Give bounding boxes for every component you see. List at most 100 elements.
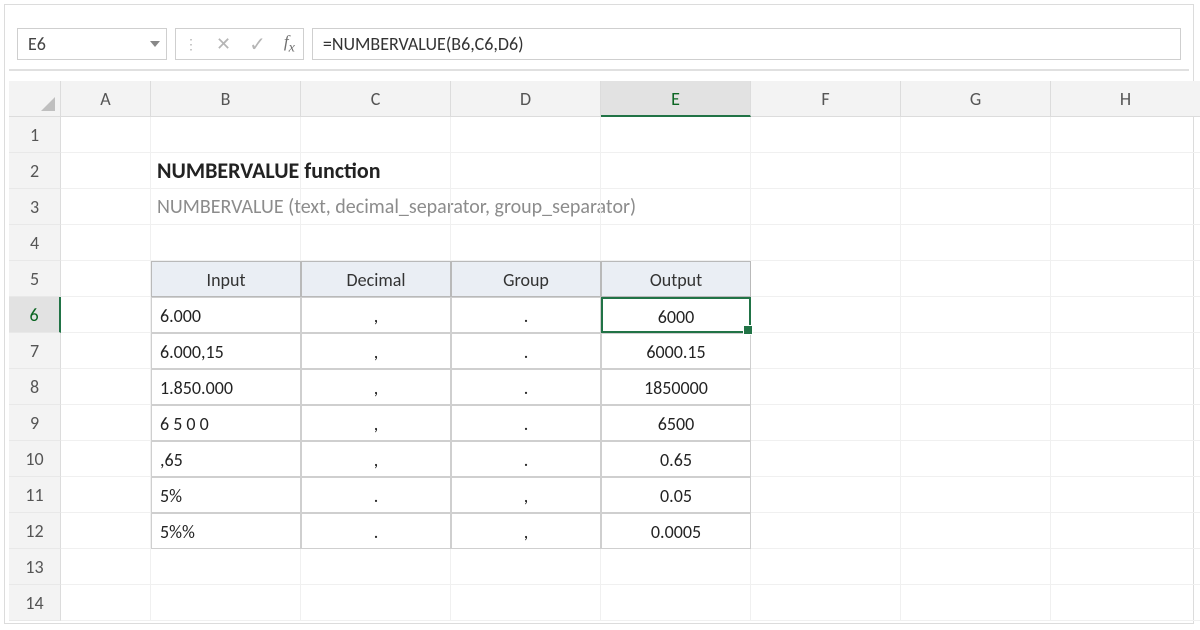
cell-C13[interactable] [301,549,451,585]
cell-C4[interactable] [301,225,451,261]
cell-A6[interactable] [61,297,151,333]
cell-E12[interactable]: 0.0005 [601,513,751,549]
th-output[interactable]: Output [601,261,751,297]
cell-B12[interactable]: 5%% [151,513,301,549]
fx-icon[interactable]: fx [284,32,295,56]
cell-F6[interactable] [751,297,901,333]
col-header-D[interactable]: D [451,81,601,117]
row-header-5[interactable]: 5 [9,261,61,297]
cell-D9[interactable]: . [451,405,601,441]
cell-C3[interactable] [301,189,451,225]
cell-D10[interactable]: . [451,441,601,477]
cell-B3-subtitle[interactable]: NUMBERVALUE (text, decimal_separator, gr… [151,189,301,225]
cell-A10[interactable] [61,441,151,477]
row-header-13[interactable]: 13 [9,549,61,585]
cell-G8[interactable] [901,369,1051,405]
cell-B14[interactable] [151,585,301,621]
cell-G3[interactable] [901,189,1051,225]
cell-A11[interactable] [61,477,151,513]
cell-D2[interactable] [451,153,601,189]
cell-C2[interactable] [301,153,451,189]
cell-B10[interactable]: ,65 [151,441,301,477]
cell-G6[interactable] [901,297,1051,333]
cell-G1[interactable] [901,117,1051,153]
cell-C11[interactable]: . [301,477,451,513]
cell-C10[interactable]: , [301,441,451,477]
th-group[interactable]: Group [451,261,601,297]
cell-C1[interactable] [301,117,451,153]
cell-H14[interactable] [1051,585,1200,621]
cell-H9[interactable] [1051,405,1200,441]
cell-D1[interactable] [451,117,601,153]
cell-G2[interactable] [901,153,1051,189]
cell-H8[interactable] [1051,369,1200,405]
col-header-B[interactable]: B [151,81,301,117]
row-header-11[interactable]: 11 [9,477,61,513]
cell-G7[interactable] [901,333,1051,369]
th-input[interactable]: Input [151,261,301,297]
cell-E9[interactable]: 6500 [601,405,751,441]
cell-A12[interactable] [61,513,151,549]
cell-F10[interactable] [751,441,901,477]
cell-D8[interactable]: . [451,369,601,405]
cell-B9[interactable]: 6 5 0 0 [151,405,301,441]
cell-G14[interactable] [901,585,1051,621]
cell-F1[interactable] [751,117,901,153]
cell-A7[interactable] [61,333,151,369]
row-header-8[interactable]: 8 [9,369,61,405]
cell-G13[interactable] [901,549,1051,585]
cell-F13[interactable] [751,549,901,585]
cell-B11[interactable]: 5% [151,477,301,513]
cell-F11[interactable] [751,477,901,513]
cell-E8[interactable]: 1850000 [601,369,751,405]
cell-F3[interactable] [751,189,901,225]
row-header-14[interactable]: 14 [9,585,61,621]
th-decimal[interactable]: Decimal [301,261,451,297]
cell-F2[interactable] [751,153,901,189]
col-header-E[interactable]: E [601,81,751,117]
cell-B1[interactable] [151,117,301,153]
cell-H10[interactable] [1051,441,1200,477]
cell-E13[interactable] [601,549,751,585]
cell-B13[interactable] [151,549,301,585]
enter-icon[interactable]: ✓ [249,32,266,57]
cell-A4[interactable] [61,225,151,261]
cell-H1[interactable] [1051,117,1200,153]
cell-E2[interactable] [601,153,751,189]
cell-B7[interactable]: 6.000,15 [151,333,301,369]
col-header-H[interactable]: H [1051,81,1200,117]
cell-A5[interactable] [61,261,151,297]
cell-A9[interactable] [61,405,151,441]
cell-E11[interactable]: 0.05 [601,477,751,513]
cell-C14[interactable] [301,585,451,621]
cell-E1[interactable] [601,117,751,153]
cell-E14[interactable] [601,585,751,621]
cell-D7[interactable]: . [451,333,601,369]
cell-D6[interactable]: . [451,297,601,333]
cell-A3[interactable] [61,189,151,225]
cell-F12[interactable] [751,513,901,549]
cell-B4[interactable] [151,225,301,261]
cell-C7[interactable]: , [301,333,451,369]
cell-D12[interactable]: , [451,513,601,549]
cell-G4[interactable] [901,225,1051,261]
more-icon[interactable]: ⋮ [184,36,198,53]
cell-B2-title[interactable]: NUMBERVALUE function [151,153,301,189]
row-header-6[interactable]: 6 [9,297,61,333]
col-header-G[interactable]: G [901,81,1051,117]
cell-F5[interactable] [751,261,901,297]
col-header-C[interactable]: C [301,81,451,117]
cell-G11[interactable] [901,477,1051,513]
cell-G12[interactable] [901,513,1051,549]
row-header-4[interactable]: 4 [9,225,61,261]
cell-D4[interactable] [451,225,601,261]
row-header-7[interactable]: 7 [9,333,61,369]
row-header-3[interactable]: 3 [9,189,61,225]
cancel-icon[interactable]: ✕ [216,33,231,55]
row-header-12[interactable]: 12 [9,513,61,549]
cell-E3[interactable] [601,189,751,225]
cell-D3[interactable] [451,189,601,225]
cell-G5[interactable] [901,261,1051,297]
cell-F8[interactable] [751,369,901,405]
cell-G10[interactable] [901,441,1051,477]
